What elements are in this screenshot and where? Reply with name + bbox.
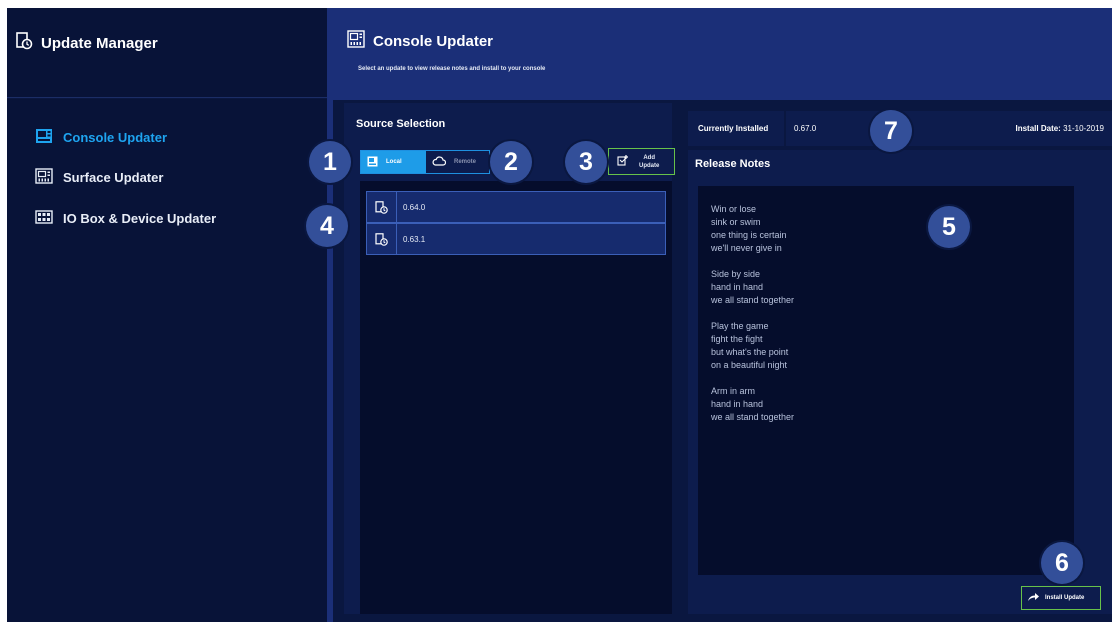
page-title: Console Updater xyxy=(347,30,493,52)
add-update-icon xyxy=(617,153,629,171)
add-update-label-line2: Update xyxy=(639,162,660,169)
callout-badge: 6 xyxy=(1041,542,1083,584)
install-update-button[interactable]: Install Update xyxy=(1021,586,1101,610)
sidebar: Console Updater Surface Updater IO Box &… xyxy=(7,99,327,622)
installed-version: 0.67.0 xyxy=(794,124,817,133)
sidebar-item-console-updater[interactable]: Console Updater xyxy=(35,128,167,147)
sidebar-item-label: Console Updater xyxy=(63,130,168,145)
app-title-text: Update Manager xyxy=(41,34,158,52)
page-subtitle: Select an update to view release notes a… xyxy=(358,66,546,72)
version-label: 0.63.1 xyxy=(403,234,426,244)
remote-source-button[interactable]: Remote xyxy=(425,151,489,173)
sidebar-item-surface-updater[interactable]: Surface Updater xyxy=(35,168,163,187)
list-item[interactable]: 0.64.0 xyxy=(366,191,666,223)
release-notes-panel: Release Notes Win or lose sink or swim o… xyxy=(688,150,1112,614)
callout-badge: 5 xyxy=(928,206,970,248)
callout-badge: 1 xyxy=(309,141,351,183)
cloud-icon xyxy=(432,156,447,168)
sidebar-item-label: Surface Updater xyxy=(63,170,164,185)
currently-installed-label: Currently Installed xyxy=(698,124,769,133)
callout-badge: 7 xyxy=(870,110,912,152)
column-divider xyxy=(327,8,333,622)
update-file-icon xyxy=(367,224,397,254)
surface-icon xyxy=(35,168,53,187)
update-file-icon xyxy=(367,192,397,222)
console-icon xyxy=(35,128,53,147)
divider xyxy=(784,111,786,146)
local-label: Local xyxy=(386,159,402,165)
install-update-label: Install Update xyxy=(1045,595,1085,601)
source-toggle: Local Remote xyxy=(360,150,490,174)
console-icon xyxy=(347,30,365,52)
install-date-label: Install Date: xyxy=(1015,124,1061,133)
sidebar-item-label: IO Box & Device Updater xyxy=(63,211,217,226)
io-box-icon xyxy=(35,210,53,227)
source-selection-title: Source Selection xyxy=(356,118,446,130)
sidebar-item-io-box-device-updater[interactable]: IO Box & Device Updater xyxy=(35,210,216,227)
release-notes-title: Release Notes xyxy=(695,158,771,170)
app-title: Update Manager xyxy=(15,32,158,54)
callout-badge: 2 xyxy=(490,141,532,183)
page-header: Console Updater Select an update to view… xyxy=(333,8,1112,100)
callout-badge: 3 xyxy=(565,141,607,183)
page-title-text: Console Updater xyxy=(373,32,494,50)
app-header: Update Manager xyxy=(7,8,327,98)
add-update-label: Add Update xyxy=(639,154,659,170)
console-icon xyxy=(367,156,378,169)
release-notes-box: Win or lose sink or swim one thing is ce… xyxy=(698,186,1074,575)
release-notes-text: Win or lose sink or swim one thing is ce… xyxy=(711,204,795,422)
add-update-label-line1: Add xyxy=(643,154,655,161)
install-date: Install Date: 31-10-2019 xyxy=(1016,124,1105,133)
share-arrow-icon xyxy=(1027,589,1040,607)
update-manager-icon xyxy=(15,32,33,54)
remote-label: Remote xyxy=(453,159,476,165)
add-update-button[interactable]: Add Update xyxy=(608,148,675,175)
version-label: 0.64.0 xyxy=(403,202,426,212)
install-date-value: 31-10-2019 xyxy=(1063,124,1104,133)
callout-badge: 4 xyxy=(306,205,348,247)
update-list: 0.64.0 0.63.1 xyxy=(360,181,672,614)
local-source-button[interactable]: Local xyxy=(361,151,426,173)
list-item[interactable]: 0.63.1 xyxy=(366,223,666,255)
